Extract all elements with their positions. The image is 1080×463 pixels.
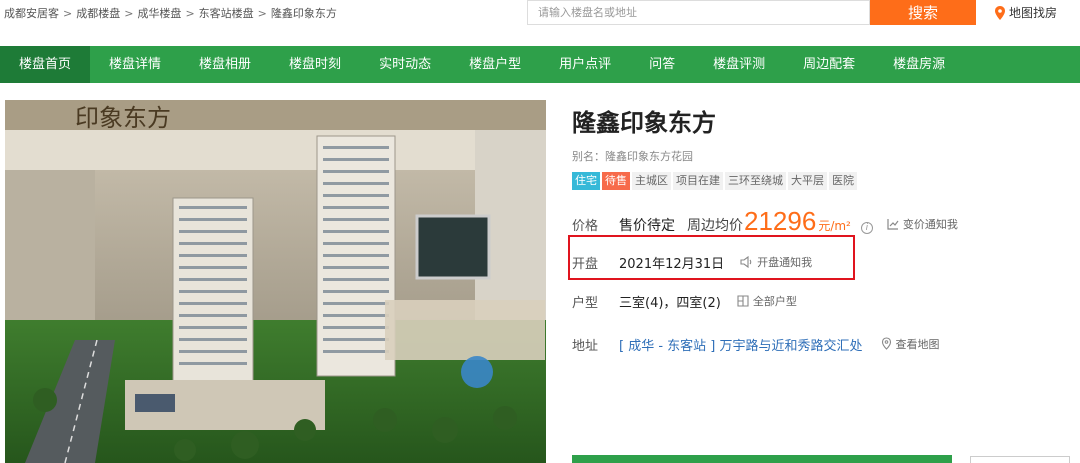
nav-tab[interactable]: 周边配套 xyxy=(784,46,874,83)
main-nav: 楼盘首页 楼盘详情 楼盘相册 楼盘时刻 实时动态 楼盘户型 用户点评 问答 楼盘评测 周边配套 楼盘… xyxy=(0,46,1080,83)
property-photo[interactable]: 印象东方 xyxy=(5,100,546,463)
nav-tab[interactable]: 楼盘详情 xyxy=(90,46,180,83)
price-change-notify-label: 变价通知我 xyxy=(902,218,958,231)
property-tag: 大平层 xyxy=(788,172,827,190)
opening-notify-link[interactable]: 开盘通知我 xyxy=(740,254,812,270)
property-tag: 三环至绕城 xyxy=(725,172,786,190)
nav-tab[interactable]: 楼盘户型 xyxy=(450,46,540,83)
address-link[interactable]: [ 成华 - 东客站 ] 万宇路与近和秀路交汇处 xyxy=(619,335,863,354)
top-bar: 成都安居客>成都楼盘>成华楼盘>东客站楼盘>隆鑫印象东方 搜索 地图找房 xyxy=(0,0,1080,26)
search-input[interactable] xyxy=(528,1,869,24)
breadcrumb-item[interactable]: 成华楼盘 xyxy=(137,5,181,21)
trend-icon xyxy=(887,219,899,230)
speaker-icon xyxy=(740,256,752,268)
primary-action-button[interactable] xyxy=(572,455,952,463)
search-button[interactable]: 搜索 xyxy=(870,0,976,25)
opening-label: 开盘 xyxy=(572,257,599,272)
info-icon[interactable]: i xyxy=(860,222,873,234)
price-change-notify-link[interactable]: 变价通知我 xyxy=(887,216,958,232)
opening-notify-label: 开盘通知我 xyxy=(757,256,813,269)
avg-price-value: 21296 xyxy=(744,206,817,236)
property-alias: 别名：隆鑫印象东方花园 xyxy=(572,150,693,163)
price-label: 价格 xyxy=(572,219,599,234)
floorplan-icon xyxy=(737,295,749,307)
property-tag: 主城区 xyxy=(632,172,671,190)
avg-price-unit: 元/m² xyxy=(818,219,851,233)
view-map-link[interactable]: 查看地图 xyxy=(881,336,940,352)
property-info: 隆鑫印象东方 别名：隆鑫印象东方花园 住宅 待售 主城区 项目在建 三环至绕城 大平层 医院… xyxy=(568,106,1062,354)
nav-tab[interactable]: 楼盘首页 xyxy=(0,46,91,83)
address-label: 地址 xyxy=(572,339,599,354)
property-tag: 待售 xyxy=(602,172,630,190)
view-map-label: 查看地图 xyxy=(895,337,940,351)
property-tag: 住宅 xyxy=(572,172,600,190)
breadcrumb-separator: > xyxy=(63,7,73,20)
breadcrumb: 成都安居客 > 成都楼盘 > 成华楼盘 > 东客站楼盘 > 隆鑫印象东方 xyxy=(4,5,337,21)
breadcrumb-current: 隆鑫印象东方 xyxy=(270,7,337,20)
all-layouts-link[interactable]: 全部户型 xyxy=(737,293,797,309)
price-row: 价格 售价待定 周边均价 21296 元/m² i 变价通知我 xyxy=(572,206,958,237)
address-row: 地址 [ 成华 - 东客站 ] 万宇路与近和秀路交汇处 查看地图 xyxy=(572,335,940,354)
avg-price-label: 周边均价 xyxy=(687,218,743,234)
nav-tab[interactable]: 实时动态 xyxy=(360,46,450,83)
map-find-label: 地图找房 xyxy=(1009,6,1058,20)
property-tag: 医院 xyxy=(829,172,857,190)
map-pin-icon xyxy=(995,5,1005,20)
layout-value: 三室(4)，四室(2) xyxy=(619,296,721,311)
location-icon xyxy=(881,337,891,350)
breadcrumb-separator: > xyxy=(124,7,134,20)
nav-tab[interactable]: 楼盘相册 xyxy=(180,46,270,83)
sales-model-image: 印象东方 xyxy=(5,100,546,463)
nav-tab[interactable]: 楼盘时刻 xyxy=(270,46,360,83)
nav-tab[interactable]: 问答 xyxy=(630,46,694,83)
breadcrumb-item[interactable]: 东客站楼盘 xyxy=(199,5,254,21)
breadcrumb-separator: > xyxy=(257,7,267,20)
search-box xyxy=(527,0,870,25)
layout-label: 户型 xyxy=(572,296,599,311)
layout-row: 户型 三室(4)，四室(2) 全部户型 xyxy=(572,292,797,311)
opening-date: 2021年12月31日 xyxy=(619,257,725,272)
nav-tab[interactable]: 用户点评 xyxy=(540,46,630,83)
property-name: 隆鑫印象东方 xyxy=(572,109,716,137)
nav-tab[interactable]: 楼盘房源 xyxy=(874,46,964,83)
all-layouts-label: 全部户型 xyxy=(752,295,797,308)
breadcrumb-item[interactable]: 成都楼盘 xyxy=(76,5,120,21)
nav-tab[interactable]: 楼盘评测 xyxy=(694,46,784,83)
photo-sign-text: 印象东方 xyxy=(75,104,171,132)
property-tag: 项目在建 xyxy=(673,172,723,190)
breadcrumb-separator: > xyxy=(185,7,195,20)
secondary-action-button[interactable] xyxy=(970,456,1070,463)
map-find-link[interactable]: 地图找房 xyxy=(994,4,1057,21)
price-pending: 售价待定 xyxy=(619,218,675,234)
opening-row: 开盘 2021年12月31日 开盘通知我 xyxy=(572,253,812,272)
property-tags: 住宅 待售 主城区 项目在建 三环至绕城 大平层 医院 xyxy=(572,172,1062,190)
breadcrumb-item[interactable]: 成都安居客 xyxy=(4,5,59,21)
